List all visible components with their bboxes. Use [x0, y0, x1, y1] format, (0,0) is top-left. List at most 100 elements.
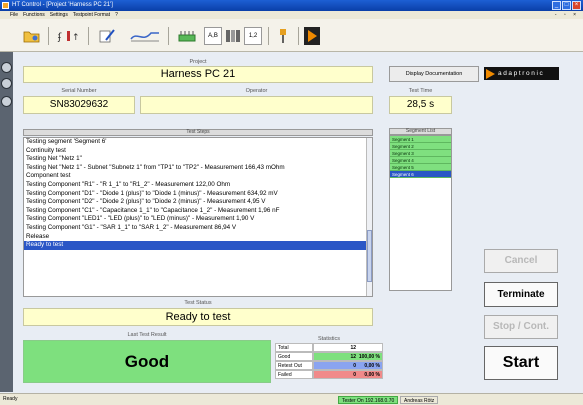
display-documentation-button[interactable]: Display Documentation: [389, 66, 479, 82]
test-step-line[interactable]: Testing Component "D2" - "Diode 2 (plus)…: [24, 198, 372, 207]
window-controls: _ □ ×: [552, 1, 581, 10]
serial-number-field: SN83029632: [23, 96, 135, 114]
terminate-button[interactable]: Terminate: [484, 282, 558, 307]
test-steps-header: Test Steps: [23, 129, 373, 136]
statistics-row: Failed 0 0,00 %: [275, 370, 383, 379]
segment-item[interactable]: Segment 3: [390, 150, 451, 157]
column-view-icon[interactable]: [224, 27, 242, 45]
project-field: Harness PC 21: [23, 66, 373, 83]
test-step-line[interactable]: Ready to test: [24, 241, 372, 250]
statistics-percent: 0,00 %: [364, 372, 380, 378]
test-settings-icon[interactable]: ʄ ↑: [56, 27, 82, 45]
menu-bar: File Functions Settings Testpoint Format…: [0, 11, 583, 19]
title-bar: HT Control - [Project 'Harness PC 21'] _…: [0, 0, 583, 11]
svg-text:↑: ↑: [72, 33, 80, 43]
test-step-line[interactable]: Testing segment 'Segment 6': [24, 138, 372, 147]
test-step-line[interactable]: Testing Net "Netz 1": [24, 155, 372, 164]
statistics-value-cell: 12: [313, 343, 383, 352]
statistics-key: Failed: [275, 370, 313, 379]
window-title: HT Control - [Project 'Harness PC 21']: [12, 2, 113, 8]
test-steps-scrollbar[interactable]: [366, 138, 372, 296]
side-icon: [1, 78, 12, 89]
open-project-icon[interactable]: [22, 27, 42, 45]
serial-number-label: Serial Number: [61, 88, 97, 94]
project-label: Project: [189, 59, 207, 65]
cancel-button[interactable]: Cancel: [484, 249, 558, 273]
minimize-icon[interactable]: _: [552, 1, 561, 10]
side-icon: [1, 96, 12, 107]
test-step-line[interactable]: Testing Component "LED1" - "LED (plus)" …: [24, 215, 372, 224]
segment-item[interactable]: Segment 6: [390, 171, 451, 178]
app-icon[interactable]: [2, 2, 9, 9]
status-text: Ready: [3, 396, 18, 402]
test-step-line[interactable]: Release: [24, 233, 372, 242]
segment-item[interactable]: Segment 1: [390, 136, 451, 143]
toolbar-separator: [48, 27, 49, 45]
12-format-button[interactable]: 1,2: [244, 27, 262, 45]
logo-arrow-icon: [486, 68, 495, 79]
close-icon[interactable]: ×: [572, 1, 581, 10]
toolbar-separator: [168, 27, 169, 45]
statistics-count: 0: [353, 372, 356, 378]
menu-settings[interactable]: Settings: [50, 11, 68, 19]
user-indicator: Andreas Rötz: [400, 396, 439, 404]
test-time-label: Test Time: [408, 88, 433, 94]
menu-help[interactable]: ?: [115, 11, 118, 19]
test-step-line[interactable]: Testing Net "Netz 1" - Subnet "Subnetz 1…: [24, 164, 372, 173]
segment-item[interactable]: Segment 5: [390, 164, 451, 171]
status-bar: Ready Tester On 192.168.0.70 Andreas Röt…: [0, 393, 583, 405]
statistics-table: Total 12 Good 12 100,00 % Retest Out 0 0,00 % Fa…: [275, 343, 383, 383]
svg-text:ʄ: ʄ: [57, 32, 62, 43]
statistics-value-cell: 0 0,00 %: [313, 370, 383, 379]
scrollbar-thumb[interactable]: [367, 230, 372, 282]
menu-file[interactable]: File: [10, 11, 18, 19]
statistics-key: Retest Out: [275, 361, 313, 370]
run-arrow-icon[interactable]: [304, 27, 320, 45]
segment-list[interactable]: Segment 1 Segment 2 Segment 3 Segment 4 Segm…: [389, 135, 452, 291]
side-icon: [1, 62, 12, 73]
test-step-line[interactable]: Component test: [24, 172, 372, 181]
test-step-line[interactable]: Testing Component "R1" - "R 1_1" to "R1_…: [24, 181, 372, 190]
toolbar-separator: [298, 27, 299, 45]
tester-connection-indicator: Tester On 192.168.0.70: [338, 396, 399, 404]
ab-format-button[interactable]: A,B: [204, 27, 222, 45]
statistics-key: Good: [275, 352, 313, 361]
menu-testpoint-format[interactable]: Testpoint Format: [73, 11, 110, 19]
test-time-field: 28,5 s: [389, 96, 452, 114]
maximize-icon[interactable]: □: [562, 1, 571, 10]
menu-functions[interactable]: Functions: [23, 11, 45, 19]
statistics-key: Total: [275, 343, 313, 352]
test-step-line[interactable]: Testing Component "D1" - "Diode 1 (plus)…: [24, 190, 372, 199]
statistics-value-cell: 12 100,00 %: [313, 352, 383, 361]
test-status-label: Test Status: [184, 300, 212, 306]
toolbar-separator: [88, 27, 89, 45]
last-result-label: Last Test Result: [127, 332, 167, 338]
connector-icon[interactable]: [176, 27, 198, 45]
stop-continue-button[interactable]: Stop / Cont.: [484, 315, 558, 339]
operator-field: [140, 96, 373, 114]
wiring-icon[interactable]: [128, 27, 162, 45]
probe-icon[interactable]: [274, 27, 292, 45]
statistics-row: Good 12 100,00 %: [275, 352, 383, 361]
test-step-line[interactable]: Continuity test: [24, 147, 372, 156]
segment-list-header: Segment List: [389, 128, 452, 135]
operator-label: Operator: [245, 88, 268, 94]
left-edge-strip: [0, 52, 13, 392]
toolbar-separator: [268, 27, 269, 45]
last-result-field: Good: [23, 340, 271, 383]
statistics-row: Total 12: [275, 343, 383, 352]
statistics-row: Retest Out 0 0,00 %: [275, 361, 383, 370]
statistics-value-cell: 0 0,00 %: [313, 361, 383, 370]
edit-pen-icon[interactable]: [96, 27, 118, 45]
segment-item[interactable]: Segment 2: [390, 143, 451, 150]
segment-item[interactable]: Segment 4: [390, 157, 451, 164]
test-status-field: Ready to test: [23, 308, 373, 326]
test-step-line[interactable]: Testing Component "G1" - "SAR 1_1" to "S…: [24, 224, 372, 233]
statistics-label: Statistics: [317, 336, 340, 342]
document-controls[interactable]: - ▫ ×: [555, 11, 583, 19]
start-button[interactable]: Start: [484, 346, 558, 380]
adaptronic-logo: adaptronic: [484, 67, 559, 80]
brand-name: adaptronic: [498, 70, 545, 77]
test-step-line[interactable]: Testing Component "C1" - "Capacitance 1_…: [24, 207, 372, 216]
test-steps-list[interactable]: Testing segment 'Segment 6' Continuity te…: [23, 137, 373, 297]
